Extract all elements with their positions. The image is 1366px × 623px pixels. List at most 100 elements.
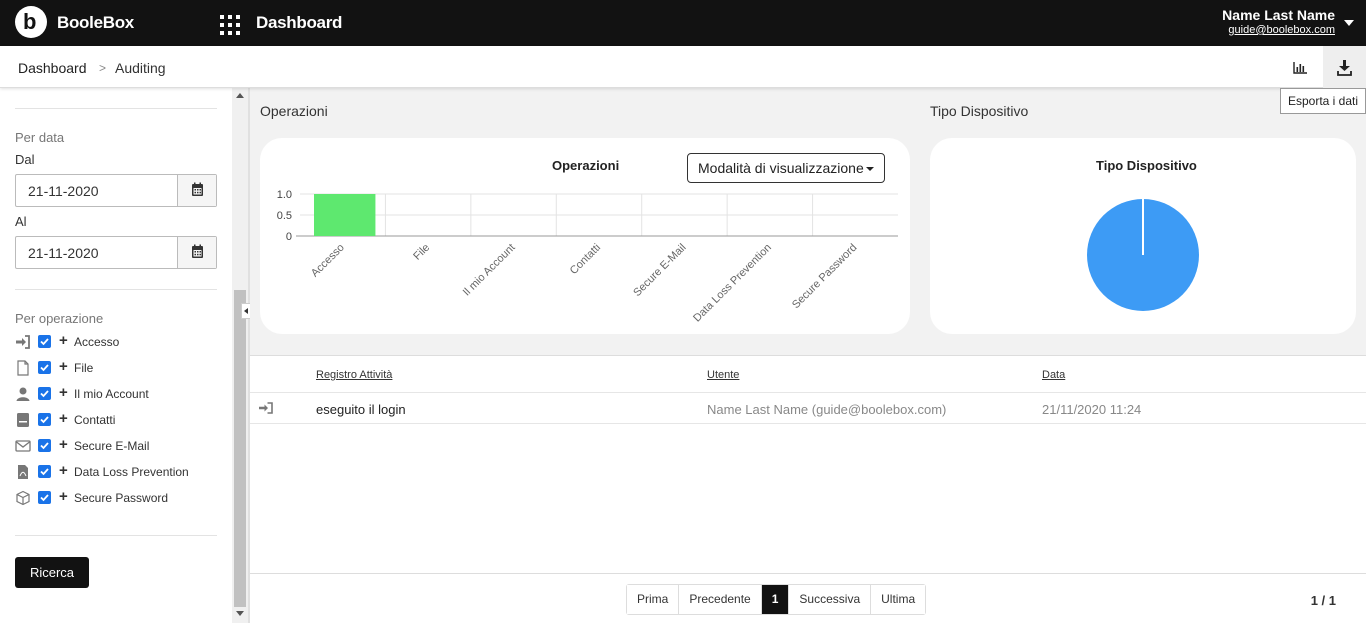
from-label: Dal	[15, 152, 35, 167]
x-tick-label: Il mio Account	[461, 242, 518, 299]
checkbox-checked[interactable]	[38, 387, 51, 400]
to-date-field	[15, 236, 217, 269]
plus-icon[interactable]: +	[59, 384, 68, 401]
column-header-user[interactable]: Utente	[707, 369, 739, 381]
by-operation-label: Per operazione	[15, 311, 104, 326]
breadcrumb-bar: Dashboard > Auditing	[0, 46, 1366, 88]
page-title: Dashboard	[256, 13, 343, 32]
operation-filter-secure-password[interactable]: + Secure Password	[15, 488, 225, 508]
breadcrumb-dashboard[interactable]: Dashboard	[18, 60, 87, 76]
previous-page-button[interactable]: Precedente	[679, 585, 762, 614]
export-download-button[interactable]	[1323, 46, 1366, 88]
checkbox-checked[interactable]	[38, 413, 51, 426]
device-section-title: Tipo Dispositivo	[930, 103, 1029, 119]
sidebar-scrollbar[interactable]	[232, 88, 248, 623]
scroll-down-icon[interactable]	[236, 611, 244, 616]
checkbox-checked[interactable]	[38, 439, 51, 452]
activity-table: Registro Attività Utente Data eseguito i…	[250, 355, 1366, 573]
device-chart-card: Tipo Dispositivo	[930, 138, 1356, 334]
bar-chart-icon	[1293, 62, 1307, 74]
divider	[15, 108, 217, 109]
cube-icon	[16, 490, 30, 506]
divider	[15, 535, 217, 536]
checkbox-checked[interactable]	[38, 491, 51, 504]
current-page-button[interactable]: 1	[761, 585, 790, 614]
next-page-button[interactable]: Successiva	[789, 585, 872, 614]
column-header-activity[interactable]: Registro Attività	[316, 369, 392, 381]
operations-chart-card: Operazioni Modalità di visualizzazione 1…	[260, 138, 910, 334]
operation-label: File	[74, 361, 94, 375]
first-page-button[interactable]: Prima	[627, 585, 680, 614]
checkbox-checked[interactable]	[38, 361, 51, 374]
checkbox-checked[interactable]	[38, 335, 51, 348]
y-tick-label: 0	[286, 231, 292, 243]
plus-icon[interactable]: +	[59, 462, 68, 479]
plus-icon[interactable]: +	[59, 410, 68, 427]
user-cell: Name Last Name (guide@boolebox.com)	[707, 402, 947, 417]
device-pie-chart	[1087, 199, 1199, 311]
charts-area: Operazioni Tipo Dispositivo Operazioni M…	[250, 88, 1366, 355]
operation-filter-account[interactable]: + Il mio Account	[15, 384, 225, 404]
pagination-bar: Prima Precedente 1 Successiva Ultima 1 /…	[250, 573, 1366, 623]
export-tooltip: Esporta i dati	[1280, 88, 1366, 114]
page-count: 1 / 1	[1310, 593, 1336, 608]
from-date-input[interactable]	[16, 175, 179, 206]
y-tick-label: 0.5	[277, 210, 292, 222]
operation-label: Secure E-Mail	[74, 439, 150, 453]
operation-filter-contatti[interactable]: + Contatti	[15, 410, 225, 430]
user-email[interactable]: guide@boolebox.com	[1228, 24, 1335, 36]
plus-icon[interactable]: +	[59, 332, 68, 349]
checkbox-checked[interactable]	[38, 465, 51, 478]
operation-filter-secure-email[interactable]: + Secure E-Mail	[15, 436, 225, 456]
file-pdf-icon	[18, 465, 28, 479]
user-menu-caret-icon[interactable]	[1344, 20, 1354, 26]
from-date-field	[15, 174, 217, 207]
plus-icon[interactable]: +	[59, 358, 68, 375]
envelope-icon	[15, 440, 31, 452]
operation-filter-file[interactable]: + File	[15, 358, 225, 378]
file-icon	[17, 360, 29, 376]
to-calendar-button[interactable]	[177, 237, 216, 268]
filters-sidebar: Per data Dal Al Per operazione	[0, 88, 232, 623]
search-button[interactable]: Ricerca	[15, 557, 89, 588]
boolebox-logo-icon[interactable]: b	[15, 6, 47, 38]
main-content: Operazioni Tipo Dispositivo Operazioni M…	[250, 88, 1366, 623]
plus-icon[interactable]: +	[59, 488, 68, 505]
collapse-sidebar-button[interactable]	[241, 303, 250, 319]
sign-in-icon	[259, 402, 273, 414]
to-label: Al	[15, 214, 27, 229]
chart-view-button[interactable]	[1280, 46, 1320, 88]
download-icon	[1337, 60, 1352, 76]
apps-grid-icon[interactable]	[220, 15, 240, 35]
operations-bar-chart: 1.0 0.5 0 Accesso File Il mio Account Contatti…	[277, 189, 898, 325]
divider	[15, 289, 217, 290]
user-name[interactable]: Name Last Name	[1222, 7, 1335, 23]
operation-label: Il mio Account	[74, 387, 149, 401]
operation-label: Contatti	[74, 413, 116, 427]
operation-filter-accesso[interactable]: + Accesso	[15, 332, 225, 352]
y-tick-label: 1.0	[277, 189, 292, 201]
plus-icon[interactable]: +	[59, 436, 68, 453]
operation-label: Data Loss Prevention	[74, 465, 189, 479]
scroll-up-icon[interactable]	[236, 93, 244, 98]
x-tick-label: Secure Password	[790, 242, 859, 311]
brand-name: BooleBox	[57, 13, 134, 32]
by-date-label: Per data	[15, 130, 65, 145]
column-header-date[interactable]: Data	[1042, 369, 1065, 381]
top-bar: b BooleBox Dashboard Name Last Name guid…	[0, 0, 1366, 46]
x-tick-label: Contatti	[568, 242, 603, 277]
address-book-icon	[17, 413, 29, 427]
activity-cell: eseguito il login	[316, 402, 406, 417]
user-icon	[16, 387, 30, 401]
operation-filter-dlp[interactable]: + Data Loss Prevention	[15, 462, 225, 482]
chevron-left-icon	[244, 308, 248, 314]
date-cell: 21/11/2020 11:24	[1042, 402, 1142, 417]
x-tick-label: Data Loss Prevention	[691, 242, 774, 325]
last-page-button[interactable]: Ultima	[871, 585, 926, 614]
scrollbar-thumb[interactable]	[234, 290, 246, 607]
from-calendar-button[interactable]	[177, 175, 216, 206]
pagination: Prima Precedente 1 Successiva Ultima	[626, 584, 927, 615]
to-date-input[interactable]	[16, 237, 179, 268]
calendar-icon	[192, 182, 203, 196]
table-row[interactable]: eseguito il login Name Last Name (guide@…	[250, 392, 1366, 424]
